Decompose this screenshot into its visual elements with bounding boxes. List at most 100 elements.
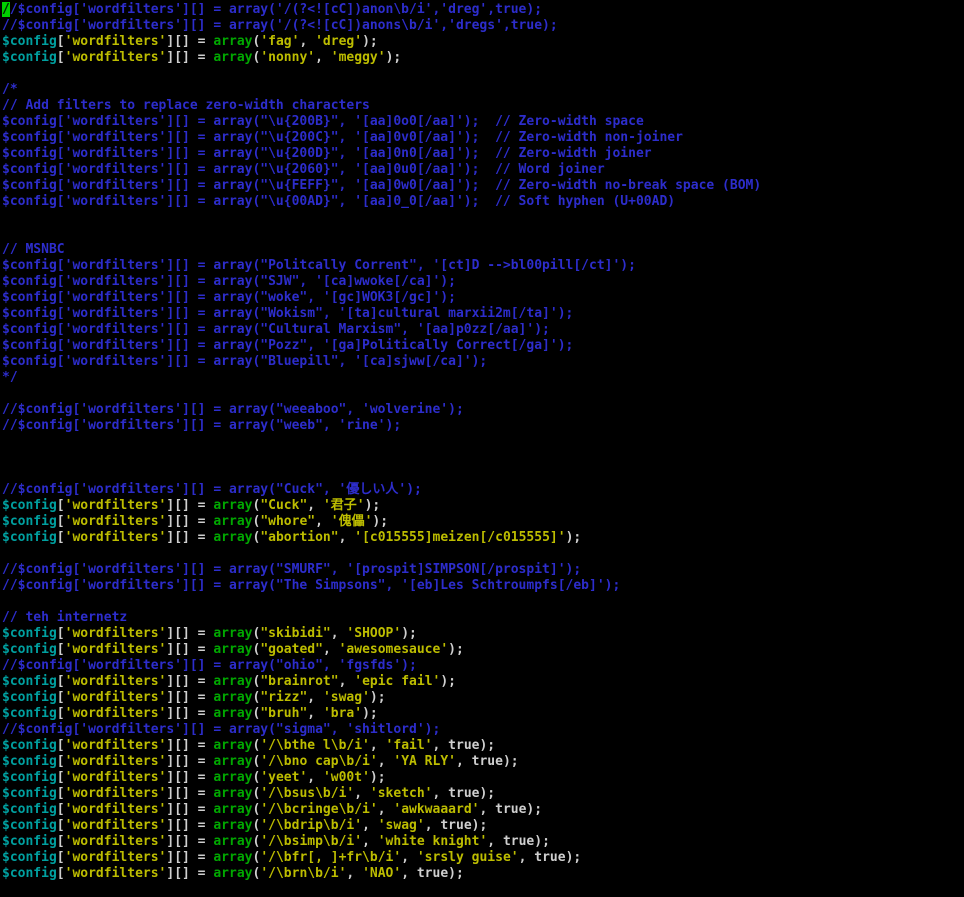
code-token-punct: [ (57, 514, 65, 529)
code-token-str: "whore" (260, 514, 315, 529)
code-token-str: 'fail' (386, 738, 433, 753)
code-line: $config['wordfilters'][] = array('/\bdri… (2, 818, 964, 834)
code-line: $config['wordfilters'][] = array("SJW", … (2, 274, 964, 290)
code-token-punct: ); (401, 626, 417, 641)
code-token-str: 'wordfilters' (65, 802, 167, 817)
code-token-str: 'swag' (378, 818, 425, 833)
code-token-punct: ][] = (166, 642, 213, 657)
code-token-punct: ][] = (166, 850, 213, 865)
code-token-punct: ][] = (166, 802, 213, 817)
code-token-var: $config (2, 738, 57, 753)
code-token-punct: , (315, 514, 331, 529)
code-line: $config['wordfilters'][] = array("\u{200… (2, 114, 964, 130)
code-token-var: $config (2, 786, 57, 801)
code-line (2, 66, 964, 82)
code-token-comment: //$config['wordfilters'][] = array("Cuck… (2, 482, 422, 497)
code-token-func: array (213, 530, 252, 545)
code-token-punct: ][] = (166, 50, 213, 65)
code-token-str: 'wordfilters' (65, 34, 167, 49)
code-token-comment: $config['wordfilters'][] = array("Pozz",… (2, 338, 573, 353)
code-line (2, 386, 964, 402)
code-line: $config['wordfilters'][] = array('/\bthe… (2, 738, 964, 754)
code-line: $config['wordfilters'][] = array("rizz",… (2, 690, 964, 706)
code-token-punct: [ (57, 754, 65, 769)
code-line (2, 434, 964, 450)
code-line: //$config['wordfilters'][] = array("SMUR… (2, 562, 964, 578)
code-line: $config['wordfilters'][] = array('/\bsus… (2, 786, 964, 802)
code-line (2, 226, 964, 242)
code-line: $config['wordfilters'][] = array("\u{200… (2, 130, 964, 146)
code-token-str: 'fag' (260, 34, 299, 49)
code-token-punct: [ (57, 530, 65, 545)
code-token-punct: , (307, 690, 323, 705)
code-token-str: 'YA RLY' (393, 754, 456, 769)
code-token-punct: ][] = (166, 690, 213, 705)
code-token-str: '/\bdrip\b/i' (260, 818, 362, 833)
code-line: $config['wordfilters'][] = array('/\bcri… (2, 802, 964, 818)
code-token-comment: /$config['wordfilters'][] = array('/(?<!… (10, 2, 542, 17)
code-token-punct: , true); (425, 818, 488, 833)
code-token-str: "rizz" (260, 690, 307, 705)
code-line (2, 882, 964, 897)
code-token-var: $config (2, 866, 57, 881)
code-token-punct: ); (362, 34, 378, 49)
code-token-str: 'wordfilters' (65, 834, 167, 849)
code-token-str: "Cuck" (260, 498, 307, 513)
code-line: $config['wordfilters'][] = array("Bluepi… (2, 354, 964, 370)
code-token-punct: , (307, 706, 323, 721)
code-token-str: "skibidi" (260, 626, 330, 641)
code-token-var: $config (2, 818, 57, 833)
code-token-func: array (213, 834, 252, 849)
code-line: $config['wordfilters'][] = array('/\bno … (2, 754, 964, 770)
code-token-comment: /* (2, 82, 18, 97)
code-token-punct: [ (57, 802, 65, 817)
code-token-comment: $config['wordfilters'][] = array("Politc… (2, 258, 636, 273)
code-token-var: $config (2, 514, 57, 529)
code-token-punct: , (307, 770, 323, 785)
code-token-str: 'sketch' (370, 786, 433, 801)
code-token-str: 'epic fail' (354, 674, 440, 689)
code-token-func: array (213, 738, 252, 753)
code-token-punct: [ (57, 706, 65, 721)
code-token-punct: [ (57, 642, 65, 657)
code-line: //$config['wordfilters'][] = array('/(?<… (2, 2, 964, 18)
code-token-punct: , (378, 802, 394, 817)
code-line: $config['wordfilters'][] = array("Cuck",… (2, 498, 964, 514)
code-token-punct: , true); (401, 866, 464, 881)
code-token-punct: , (307, 498, 323, 513)
code-line: $config['wordfilters'][] = array('nonny'… (2, 50, 964, 66)
code-token-comment: //$config['wordfilters'][] = array("weea… (2, 402, 464, 417)
code-line: // Add filters to replace zero-width cha… (2, 98, 964, 114)
code-token-var: $config (2, 530, 57, 545)
code-token-punct: , (339, 674, 355, 689)
code-token-str: 'nonny' (260, 50, 315, 65)
code-line: $config['wordfilters'][] = array("skibid… (2, 626, 964, 642)
code-line (2, 210, 964, 226)
code-token-comment: $config['wordfilters'][] = array("Cultur… (2, 322, 550, 337)
code-token-str: 'yeet' (260, 770, 307, 785)
code-token-str: 'wordfilters' (65, 642, 167, 657)
code-line: */ (2, 370, 964, 386)
code-token-str: 'wordfilters' (65, 850, 167, 865)
code-token-punct: [ (57, 834, 65, 849)
code-token-punct: [ (57, 850, 65, 865)
code-token-str: 'wordfilters' (65, 818, 167, 833)
code-token-punct: [ (57, 674, 65, 689)
code-area[interactable]: //$config['wordfilters'][] = array('/(?<… (2, 2, 964, 897)
code-line: $config['wordfilters'][] = array("aborti… (2, 530, 964, 546)
code-line: $config['wordfilters'][] = array("\u{200… (2, 146, 964, 162)
code-token-punct: , (346, 866, 362, 881)
code-token-punct: ); (372, 514, 388, 529)
code-token-func: array (213, 498, 252, 513)
code-token-punct: ][] = (166, 626, 213, 641)
code-line: //$config['wordfilters'][] = array("ohio… (2, 658, 964, 674)
code-token-punct: ][] = (166, 818, 213, 833)
code-token-func: array (213, 690, 252, 705)
code-token-str: 'wordfilters' (65, 738, 167, 753)
code-token-str: '/\brn\b/i' (260, 866, 346, 881)
code-token-punct: ); (365, 498, 381, 513)
code-token-str: 'wordfilters' (65, 866, 167, 881)
code-line: /* (2, 82, 964, 98)
code-token-punct: , (401, 850, 417, 865)
code-token-var: $config (2, 850, 57, 865)
